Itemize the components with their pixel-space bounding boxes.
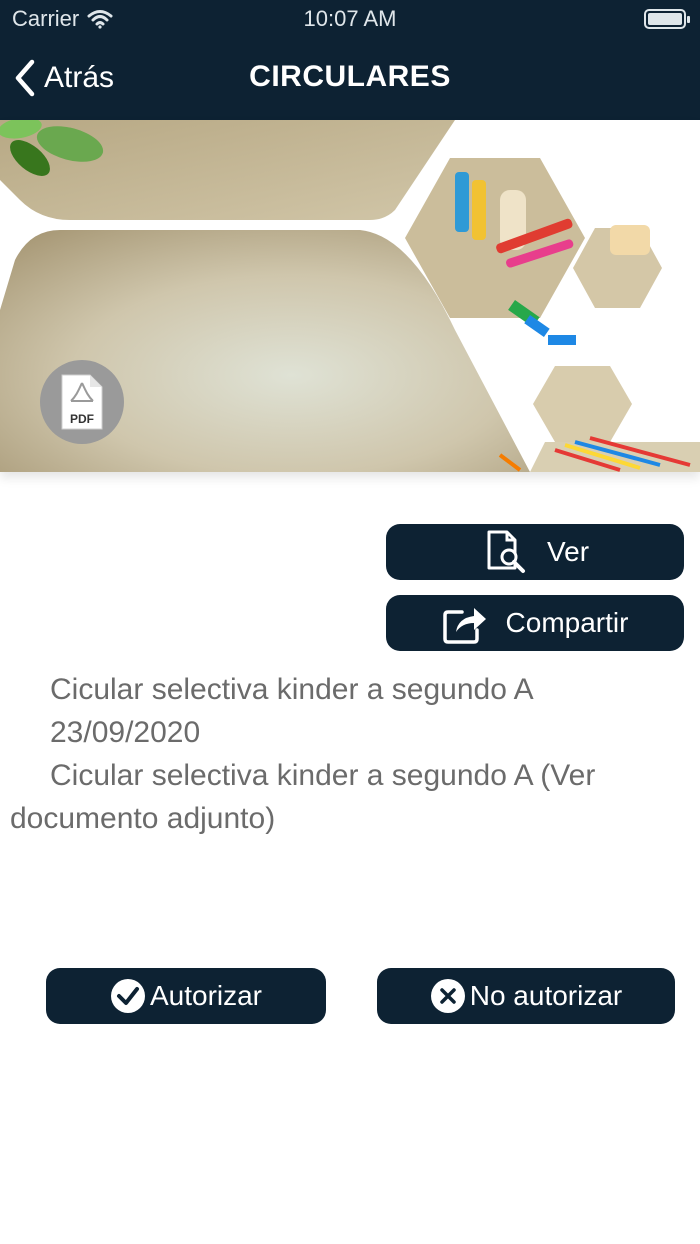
authorize-label: Autorizar — [149, 980, 263, 1011]
circular-title: Cicular selectiva kinder a segundo A — [50, 673, 534, 706]
circular-body-line-2: documento adjunto) — [10, 802, 276, 835]
share-button[interactable]: Compartir — [386, 595, 684, 651]
deny-button[interactable]: No autorizar — [377, 968, 675, 1024]
share-icon — [442, 608, 486, 644]
circular-content: Cicular selectiva kinder a segundo A 23/… — [10, 668, 690, 840]
document-search-icon — [487, 530, 525, 573]
top-bar: Carrier 10:07 AM Atrás CIRCULARES — [0, 0, 700, 120]
circular-body-line-1: Cicular selectiva kinder a segundo A (Ve… — [50, 759, 596, 792]
battery-icon — [644, 9, 690, 29]
status-time: 10:07 AM — [303, 6, 397, 31]
pdf-icon: PDF — [61, 374, 103, 430]
pdf-badge-label: PDF — [70, 412, 94, 426]
check-circle-icon — [110, 979, 145, 1013]
view-label: Ver — [546, 536, 590, 567]
view-document-button[interactable]: Ver — [386, 524, 684, 580]
pdf-badge[interactable]: PDF — [40, 360, 124, 444]
deny-label: No autorizar — [469, 980, 623, 1011]
share-label: Compartir — [505, 607, 629, 638]
navigation-bar: Atrás CIRCULARES — [0, 40, 700, 120]
status-bar: Carrier 10:07 AM — [0, 0, 700, 40]
circular-date: 23/09/2020 — [50, 716, 201, 749]
page-title: CIRCULARES — [249, 60, 451, 93]
authorize-button[interactable]: Autorizar — [46, 968, 326, 1024]
x-circle-icon — [430, 979, 465, 1013]
